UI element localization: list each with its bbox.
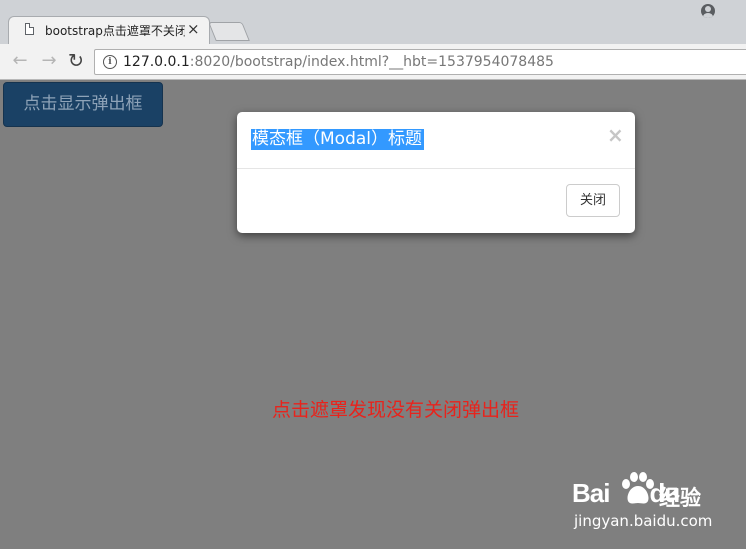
tab-close-icon[interactable]: ×	[187, 20, 200, 38]
tab-title: bootstrap点击遮罩不关闭	[45, 24, 185, 38]
show-modal-button[interactable]: 点击显示弹出框	[3, 82, 163, 127]
mask-note: 点击遮罩发现没有关闭弹出框	[272, 399, 520, 421]
baidu-paw-icon	[622, 472, 654, 504]
forward-icon[interactable]: →	[38, 50, 60, 72]
new-tab-button[interactable]	[208, 22, 250, 41]
browser-toolbar: ← → ↻ i 127.0.0.1:8020/bootstrap/index.h…	[0, 44, 746, 80]
jingyan-text: 经验	[659, 486, 701, 510]
url-path: :8020/bootstrap/index.html?__hbt=1537954…	[189, 54, 554, 70]
watermark-url: jingyan.baidu.com	[574, 512, 713, 530]
modal-close-icon[interactable]: ×	[607, 124, 624, 146]
info-icon[interactable]: i	[103, 55, 117, 69]
modal-header: 模态框（Modal）标题 ×	[237, 112, 635, 169]
reload-icon[interactable]: ↻	[65, 50, 87, 72]
baidu-logo-bai: Bai	[572, 478, 610, 508]
browser-tabstrip: bootstrap点击遮罩不关闭 ×	[0, 0, 746, 44]
modal-dialog: 模态框（Modal）标题 × 关闭	[237, 112, 635, 233]
profile-icon[interactable]	[701, 4, 715, 18]
address-bar[interactable]: i 127.0.0.1:8020/bootstrap/index.html?__…	[94, 49, 746, 75]
modal-title: 模态框（Modal）标题	[251, 129, 424, 150]
page-icon	[25, 23, 34, 35]
url-text[interactable]: 127.0.0.1:8020/bootstrap/index.html?__hb…	[123, 54, 554, 70]
url-host: 127.0.0.1	[123, 54, 190, 70]
back-icon[interactable]: ←	[9, 50, 31, 72]
browser-tab[interactable]: bootstrap点击遮罩不关闭 ×	[8, 16, 210, 44]
baidu-jingyan-watermark: Bai du 经验 jingyan.baidu.com	[572, 470, 722, 540]
modal-close-button[interactable]: 关闭	[566, 184, 620, 217]
